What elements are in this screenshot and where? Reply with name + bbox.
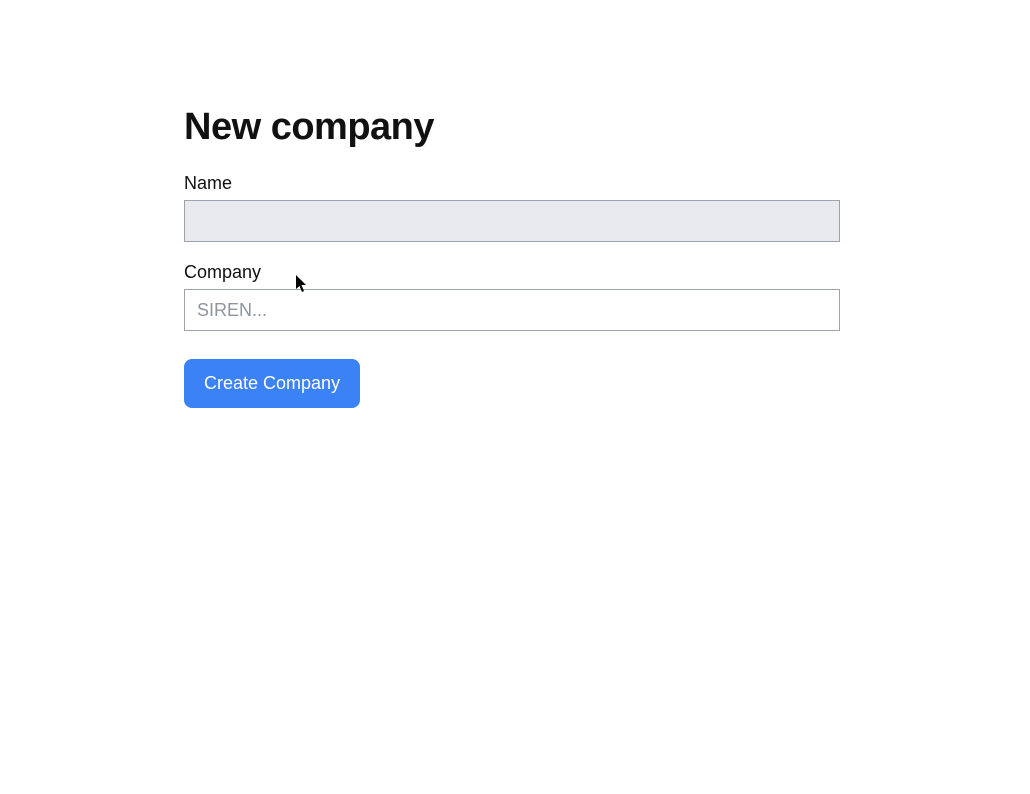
page-title: New company (184, 106, 840, 149)
create-company-button[interactable]: Create Company (184, 359, 360, 408)
company-field-group: Company (184, 262, 840, 331)
company-label: Company (184, 262, 840, 283)
name-input[interactable] (184, 200, 840, 242)
name-field-group: Name (184, 173, 840, 242)
company-input[interactable] (184, 289, 840, 331)
name-label: Name (184, 173, 840, 194)
form-container: New company Name Company Create Company (0, 0, 840, 408)
